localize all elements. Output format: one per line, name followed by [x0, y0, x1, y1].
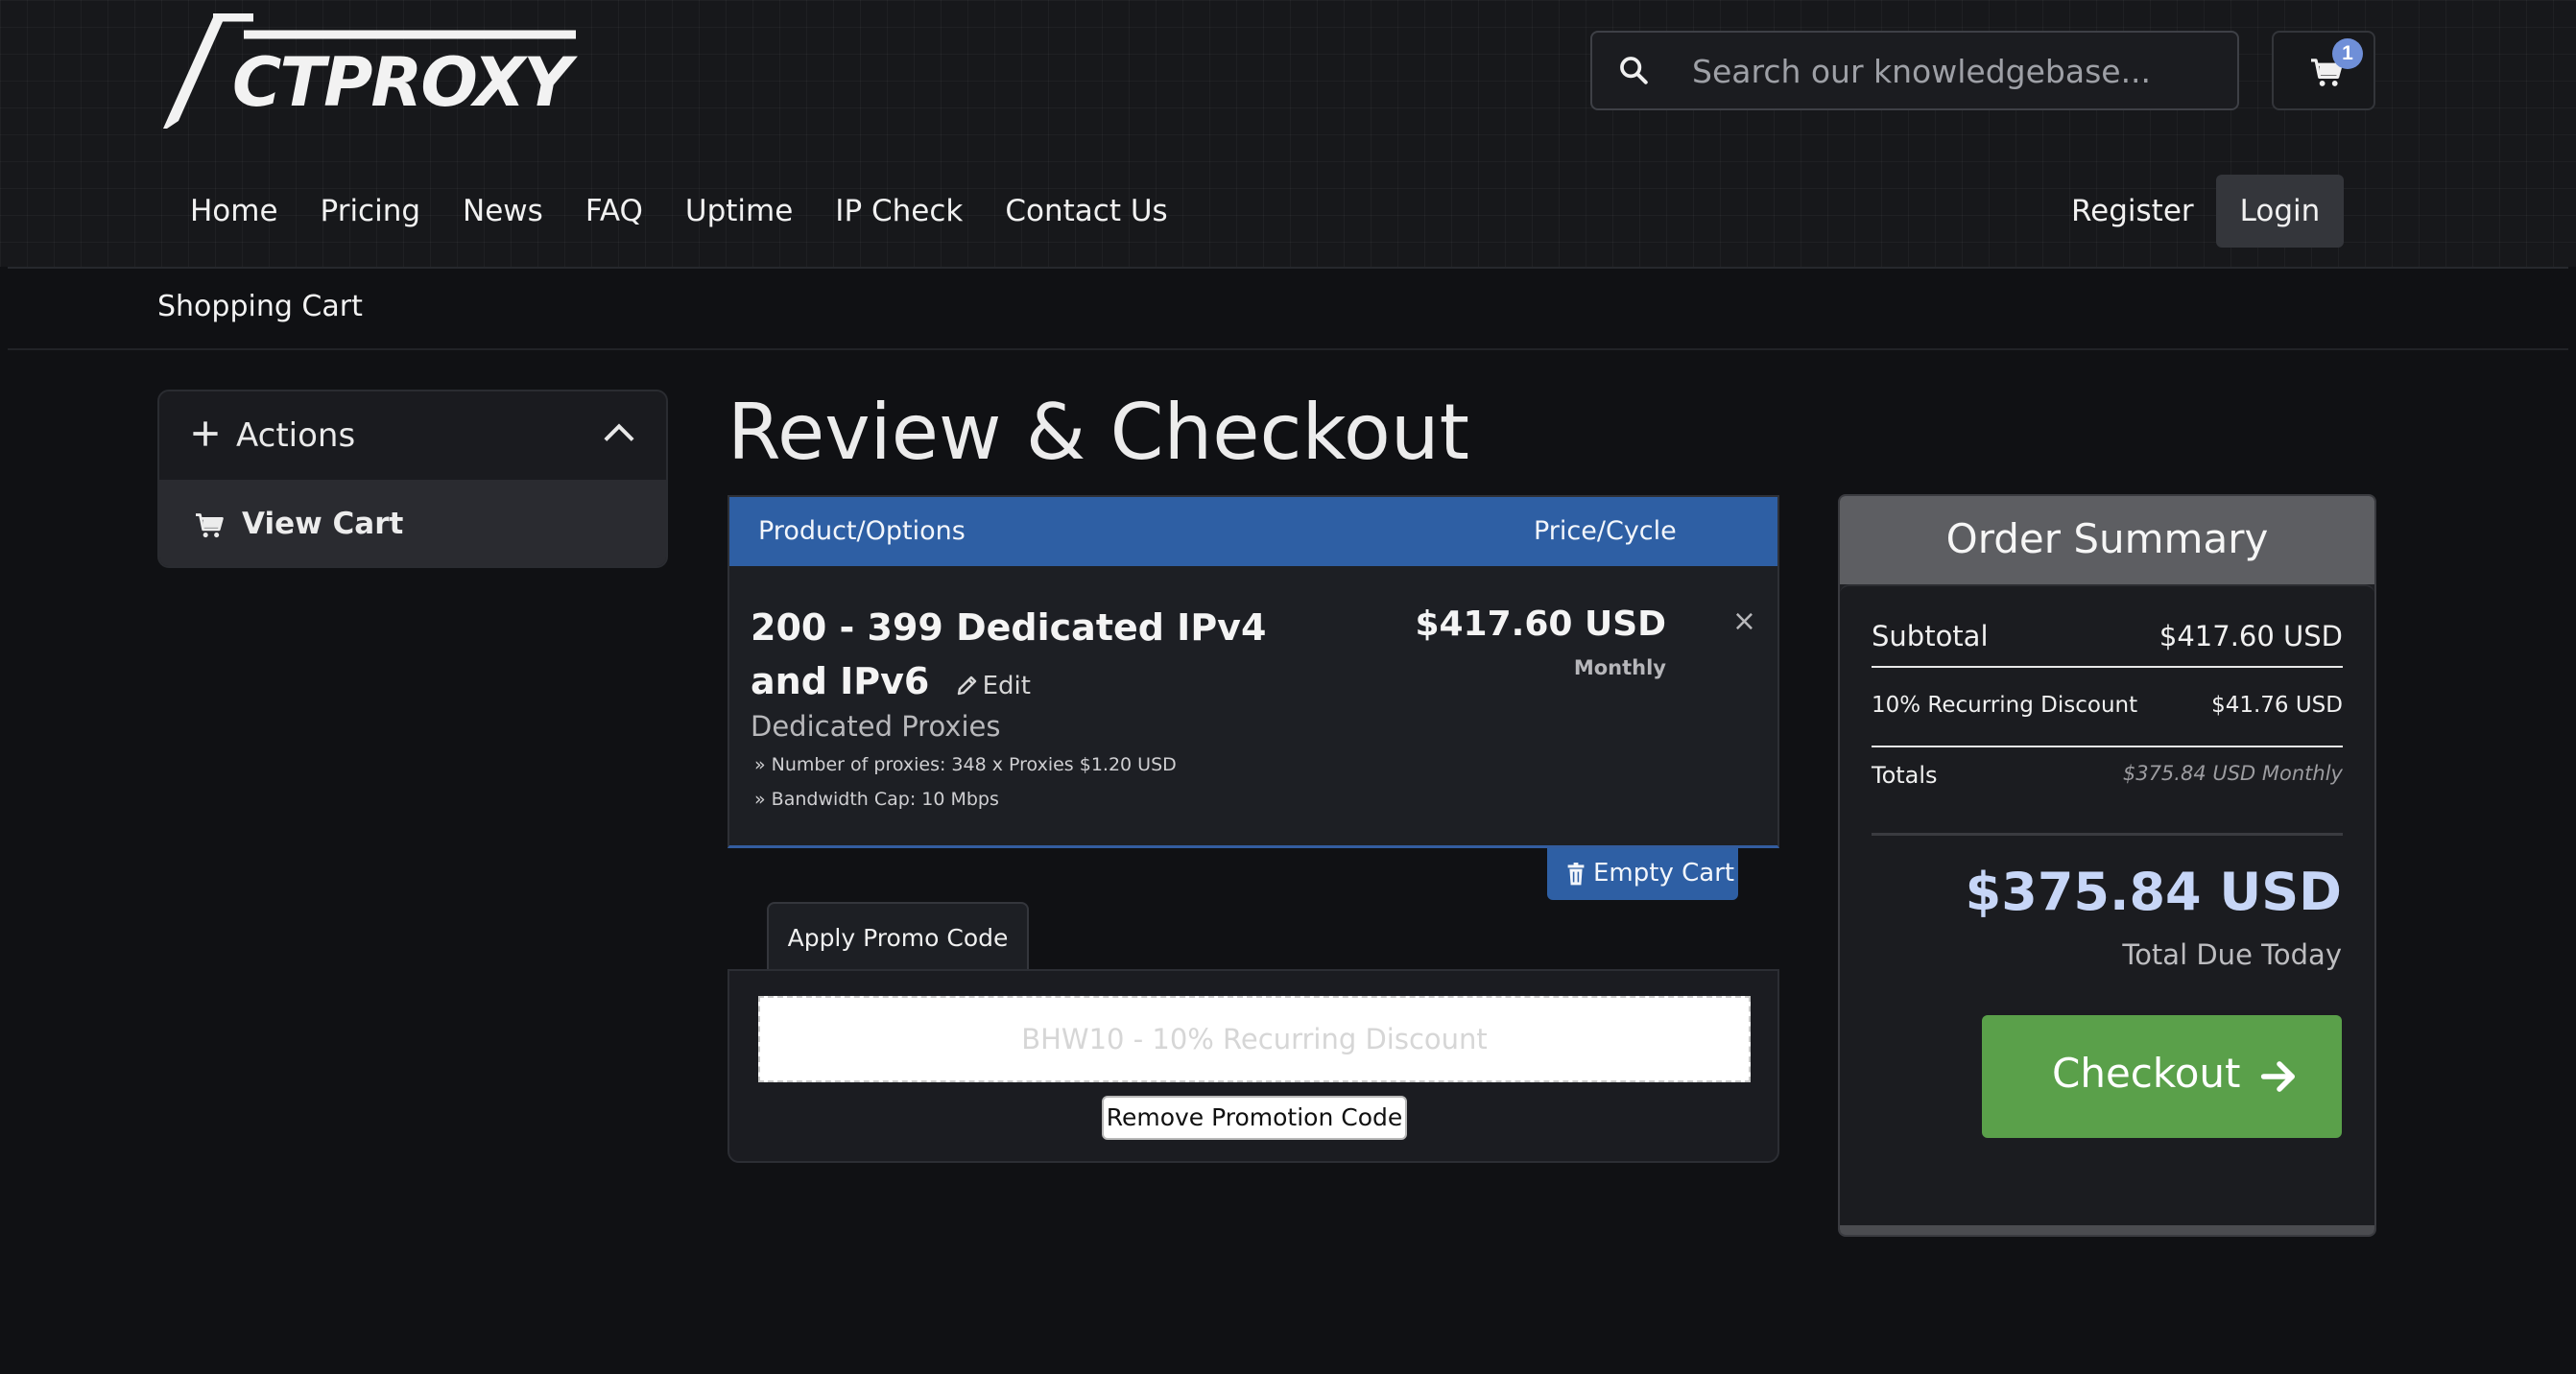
svg-text:CTPROXY: CTPROXY — [232, 43, 578, 122]
sidebar-item-view-cart[interactable]: View Cart — [159, 480, 666, 566]
billing-cycle: Monthly — [1573, 656, 1666, 679]
subtotal-value: $417.60 USD — [2159, 620, 2343, 652]
nav-ip-check[interactable]: IP Check — [835, 194, 963, 236]
total-due-amount: $375.84 USD — [1965, 862, 2342, 922]
checkout-button[interactable]: Checkout — [1982, 1015, 2342, 1138]
nav-uptime[interactable]: Uptime — [685, 194, 793, 236]
summary-divider — [1872, 666, 2343, 668]
applied-promo-code: BHW10 - 10% Recurring Discount — [758, 996, 1751, 1082]
table-header: Product/Options Price/Cycle — [729, 497, 1777, 566]
shopping-cart-icon — [196, 513, 224, 538]
totals-label: Totals — [1872, 762, 1938, 789]
order-summary-header: Order Summary — [1840, 496, 2374, 584]
summary-divider — [1872, 746, 2343, 747]
empty-cart-label: Empty Cart — [1593, 859, 1735, 888]
promo-panel: BHW10 - 10% Recurring Discount Remove Pr… — [727, 969, 1779, 1163]
cart-table: Product/Options Price/Cycle 200 - 399 De… — [727, 495, 1779, 848]
column-header-price: Price/Cycle — [1534, 516, 1677, 546]
product-name: 200 - 399 Dedicated IPv4 and IPv6 Edit — [751, 601, 1288, 713]
search-input[interactable] — [1690, 33, 2222, 110]
empty-cart-button[interactable]: Empty Cart — [1547, 848, 1738, 900]
remove-item-close-icon[interactable]: × — [1732, 604, 1756, 638]
breadcrumb: Shopping Cart — [157, 290, 363, 323]
trash-icon — [1567, 863, 1585, 886]
nav-contact-us[interactable]: Contact Us — [1005, 194, 1167, 236]
breadcrumb-divider — [8, 348, 2568, 350]
nav-news[interactable]: News — [463, 194, 543, 236]
login-button[interactable]: Login — [2216, 175, 2344, 248]
actproxy-logo[interactable]: CTPROXY — [157, 12, 580, 130]
product-group: Dedicated Proxies — [751, 710, 1001, 743]
cart-count-badge: 1 — [2332, 38, 2363, 69]
edit-label: Edit — [982, 672, 1031, 700]
arrow-right-icon — [2260, 1061, 2295, 1092]
nav-home[interactable]: Home — [190, 194, 278, 236]
subtotal-label: Subtotal — [1872, 620, 1989, 652]
column-header-product: Product/Options — [758, 516, 966, 546]
checkout-label: Checkout — [2052, 1050, 2241, 1097]
chevron-up-icon[interactable] — [603, 420, 635, 443]
order-summary-title: Order Summary — [1945, 515, 2269, 562]
remove-promotion-code-button[interactable]: Remove Promotion Code — [1102, 1096, 1407, 1140]
product-price: $417.60 USD — [1415, 604, 1666, 644]
actions-panel: Actions View Cart — [157, 390, 668, 568]
pencil-icon — [957, 675, 976, 696]
edit-link[interactable]: Edit — [956, 659, 1031, 713]
register-link[interactable]: Register — [2071, 194, 2194, 228]
discount-label: 10% Recurring Discount — [1872, 693, 2138, 718]
page-title: Review & Checkout — [727, 388, 1469, 477]
actions-panel-header[interactable]: Actions — [159, 391, 666, 480]
nav-faq[interactable]: FAQ — [585, 194, 643, 236]
product-option: » Bandwidth Cap: 10 Mbps — [754, 789, 999, 810]
search-icon — [1620, 57, 1648, 84]
main-nav: Home Pricing News FAQ Uptime IP Check Co… — [190, 194, 1168, 236]
discount-value: $41.76 USD — [2211, 693, 2343, 718]
cart-button[interactable] — [2272, 31, 2375, 110]
plus-icon — [193, 421, 218, 446]
order-summary-footer — [1840, 1225, 2374, 1235]
nav-pricing[interactable]: Pricing — [321, 194, 421, 236]
tab-apply-promo-code[interactable]: Apply Promo Code — [767, 902, 1029, 971]
actions-title: Actions — [236, 416, 356, 455]
sidebar-item-label: View Cart — [242, 507, 404, 541]
totals-value: $375.84 USD Monthly — [2122, 762, 2343, 785]
header-divider — [8, 267, 2568, 269]
product-option: » Number of proxies: 348 x Proxies $1.20… — [754, 754, 1177, 775]
summary-divider — [1872, 833, 2343, 836]
search-box[interactable] — [1590, 31, 2239, 110]
total-due-label: Total Due Today — [2122, 938, 2342, 971]
